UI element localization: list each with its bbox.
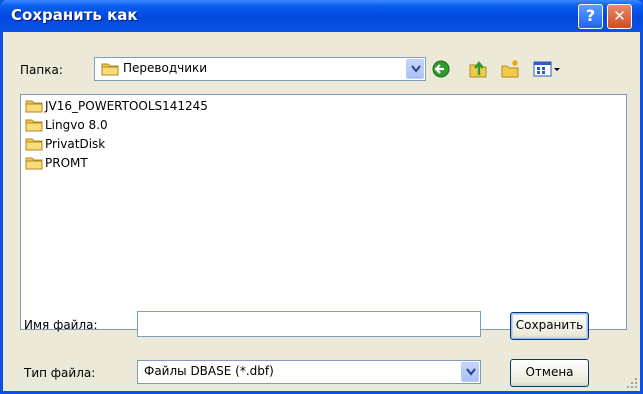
file-name: PROMT xyxy=(45,156,88,170)
cancel-button[interactable]: Отмена xyxy=(510,359,589,387)
filetype-label: Тип файла: xyxy=(24,366,96,380)
list-item[interactable]: PROMT xyxy=(25,154,88,172)
chevron-down-icon xyxy=(466,368,476,376)
back-icon[interactable] xyxy=(431,59,451,79)
window-title: Сохранить как xyxy=(11,6,138,24)
filename-input[interactable] xyxy=(137,311,481,337)
help-button[interactable]: ? xyxy=(578,4,603,29)
folder-icon xyxy=(25,100,43,113)
folder-icon xyxy=(25,138,43,151)
view-menu-icon[interactable] xyxy=(532,59,562,79)
list-item[interactable]: JV16_POWERTOOLS141245 xyxy=(25,97,208,115)
up-folder-icon[interactable] xyxy=(468,59,488,79)
dialog-body: Папка: Переводчики JV16_POWERTOOLS141245… xyxy=(3,32,640,391)
close-button[interactable]: ✕ xyxy=(607,4,632,29)
filename-label: Имя файла: xyxy=(24,318,98,332)
folder-icon xyxy=(25,119,43,132)
list-item[interactable]: Lingvo 8.0 xyxy=(25,116,108,134)
save-as-dialog: Сохранить как ? ✕ Папка: Переводчики JV1… xyxy=(0,0,643,394)
save-button[interactable]: Сохранить xyxy=(510,312,589,340)
list-item[interactable]: PrivatDisk xyxy=(25,135,105,153)
filetype-combo-value: Файлы DBASE (*.dbf) xyxy=(144,364,274,378)
folder-icon xyxy=(25,157,43,170)
filetype-combo[interactable]: Файлы DBASE (*.dbf) xyxy=(137,360,481,384)
file-name: Lingvo 8.0 xyxy=(45,118,108,132)
folder-combo[interactable]: Переводчики xyxy=(94,57,426,81)
folder-icon xyxy=(101,63,119,76)
chevron-down-icon xyxy=(411,65,421,73)
title-bar[interactable]: Сохранить как ? ✕ xyxy=(0,0,643,32)
file-name: PrivatDisk xyxy=(45,137,106,151)
folder-label: Папка: xyxy=(20,63,63,77)
file-list[interactable]: JV16_POWERTOOLS141245 Lingvo 8.0 PrivatD… xyxy=(20,94,627,330)
resize-grip-icon[interactable] xyxy=(626,377,638,389)
file-name: JV16_POWERTOOLS141245 xyxy=(45,99,208,113)
folder-dropdown-button[interactable] xyxy=(406,59,424,79)
filetype-dropdown-button[interactable] xyxy=(461,362,479,382)
folder-combo-value: Переводчики xyxy=(123,61,208,75)
new-folder-icon[interactable] xyxy=(500,59,520,79)
